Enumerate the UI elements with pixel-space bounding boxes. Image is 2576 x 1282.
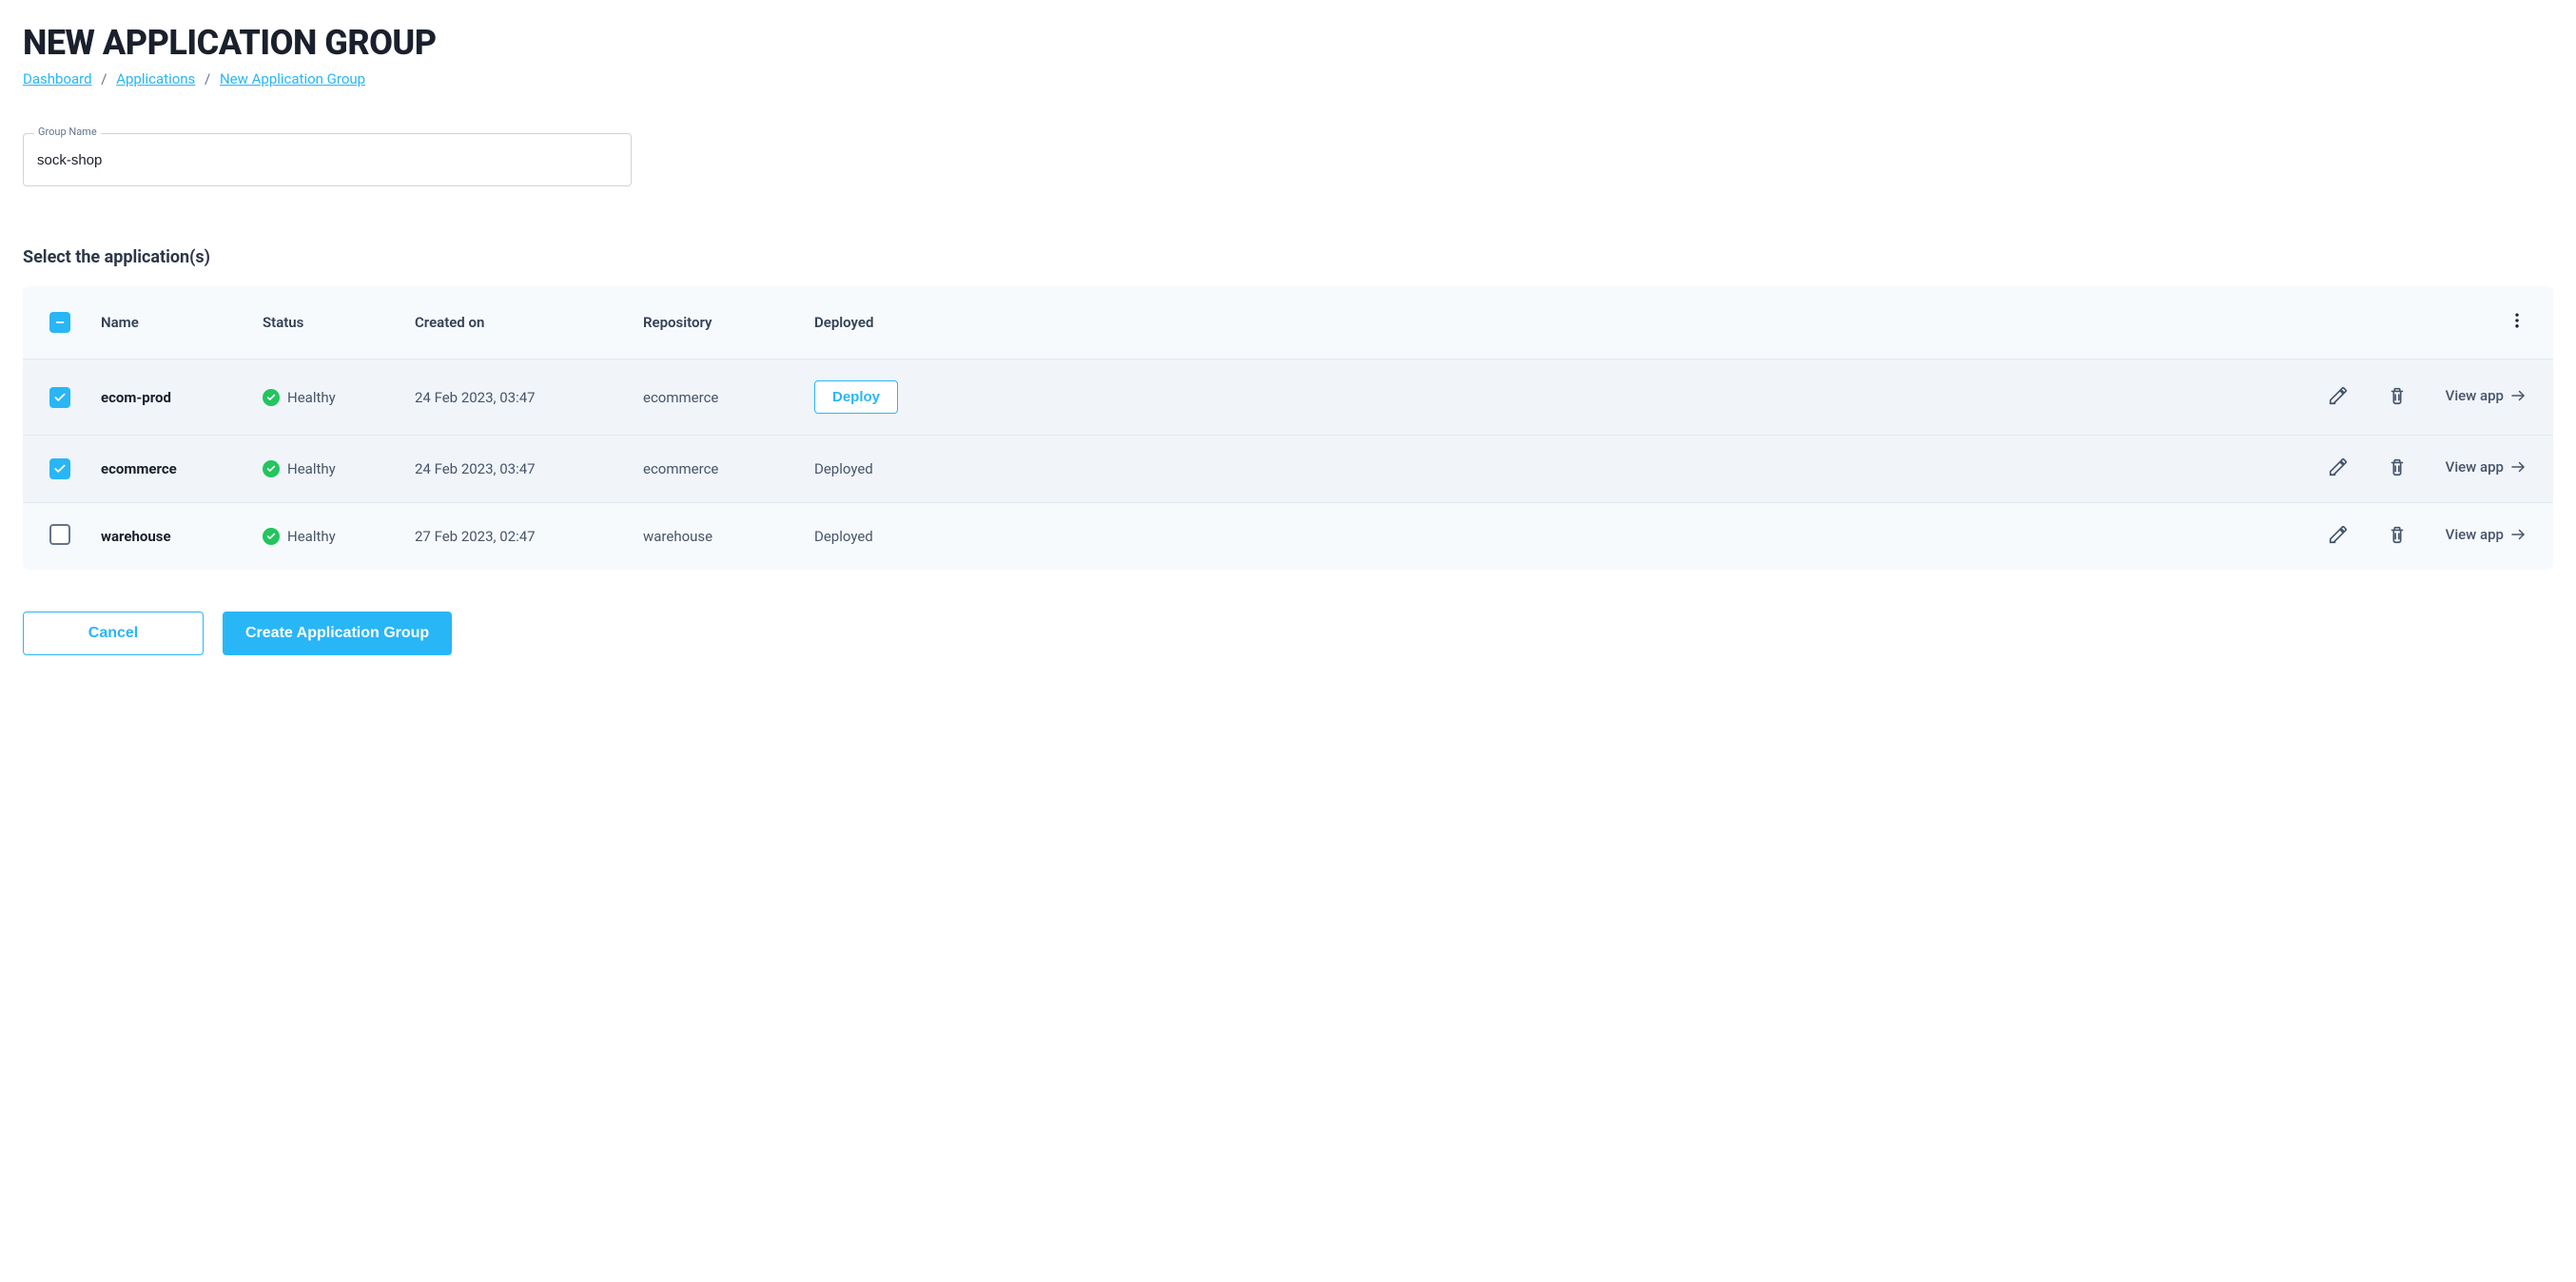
breadcrumb-applications[interactable]: Applications: [116, 70, 195, 87]
arrow-right-icon: [2509, 387, 2527, 404]
group-name-input[interactable]: [23, 133, 632, 186]
status-text: Healthy: [287, 460, 336, 477]
cell-deployed: Deployed: [799, 436, 1008, 503]
table-body: ecom-prodHealthy24 Feb 2023, 03:47ecomme…: [23, 359, 2553, 571]
table-menu-icon[interactable]: [2508, 317, 2527, 334]
cell-created: 27 Feb 2023, 02:47: [400, 503, 628, 571]
col-header-status: Status: [247, 286, 400, 359]
cell-deployed: Deployed: [799, 503, 1008, 571]
cell-repository: warehouse: [628, 503, 799, 571]
breadcrumb-separator: /: [101, 70, 107, 87]
create-application-group-button[interactable]: Create Application Group: [223, 612, 452, 655]
cell-deployed: Deploy: [799, 359, 1008, 436]
cell-repository: ecommerce: [628, 436, 799, 503]
cell-status: Healthy: [247, 359, 400, 436]
edit-icon[interactable]: [2328, 456, 2349, 477]
col-header-repository: Repository: [628, 286, 799, 359]
row-checkbox[interactable]: [49, 458, 70, 479]
col-header-name: Name: [86, 286, 247, 359]
cell-actions: View app: [1008, 359, 2553, 436]
cell-actions: View app: [1008, 436, 2553, 503]
table-row: ecom-prod Healthy 24 Feb 2023, 03:47ecomme…: [23, 359, 2553, 436]
status-healthy-icon: [263, 389, 280, 406]
arrow-right-icon: [2509, 458, 2527, 476]
view-app-label: View app: [2446, 526, 2504, 543]
cell-status: Healthy: [247, 503, 400, 571]
cell-repository: ecommerce: [628, 359, 799, 436]
cell-actions: View app: [1008, 503, 2553, 571]
deploy-button[interactable]: Deploy: [814, 380, 898, 414]
row-checkbox[interactable]: [49, 387, 70, 408]
breadcrumb: Dashboard / Applications / New Applicati…: [23, 70, 2553, 87]
view-app-link[interactable]: View app: [2446, 387, 2527, 404]
delete-icon[interactable]: [2387, 456, 2408, 477]
arrow-right-icon: [2509, 526, 2527, 543]
applications-table: Name Status Created on Repository Deploy…: [23, 286, 2553, 570]
edit-icon[interactable]: [2328, 524, 2349, 545]
cell-status: Healthy: [247, 436, 400, 503]
status-healthy-icon: [263, 460, 280, 477]
group-name-field-wrap: Group Name: [23, 133, 632, 186]
cell-name: warehouse: [86, 503, 247, 571]
select-applications-heading: Select the application(s): [23, 247, 2553, 267]
table-row: ecommerceHealthy24 Feb 2023, 03:47ecomme…: [23, 436, 2553, 503]
view-app-link[interactable]: View app: [2446, 526, 2527, 543]
breadcrumb-separator: /: [205, 70, 210, 87]
row-checkbox[interactable]: [49, 524, 70, 545]
cancel-button[interactable]: Cancel: [23, 612, 204, 655]
table-row: warehouseHealthy27 Feb 2023, 02:47wareho…: [23, 503, 2553, 571]
delete-icon[interactable]: [2387, 524, 2408, 545]
view-app-label: View app: [2446, 458, 2504, 476]
page-title: NEW APPLICATION GROUP: [23, 23, 2553, 63]
view-app-label: View app: [2446, 387, 2504, 404]
status-healthy-icon: [263, 528, 280, 545]
cell-name: ecommerce: [86, 436, 247, 503]
cell-created: 24 Feb 2023, 03:47: [400, 436, 628, 503]
cell-created: 24 Feb 2023, 03:47: [400, 359, 628, 436]
delete-icon[interactable]: [2387, 385, 2408, 406]
col-header-created: Created on: [400, 286, 628, 359]
cell-name: ecom-prod: [86, 359, 247, 436]
col-header-deployed: Deployed: [799, 286, 1008, 359]
group-name-label: Group Name: [34, 126, 101, 138]
header-checkbox[interactable]: [49, 312, 70, 333]
edit-icon[interactable]: [2328, 385, 2349, 406]
status-text: Healthy: [287, 389, 336, 406]
footer-actions: Cancel Create Application Group: [23, 612, 2553, 655]
view-app-link[interactable]: View app: [2446, 458, 2527, 476]
status-text: Healthy: [287, 528, 336, 545]
breadcrumb-new-application-group[interactable]: New Application Group: [220, 70, 365, 87]
breadcrumb-dashboard[interactable]: Dashboard: [23, 70, 92, 87]
